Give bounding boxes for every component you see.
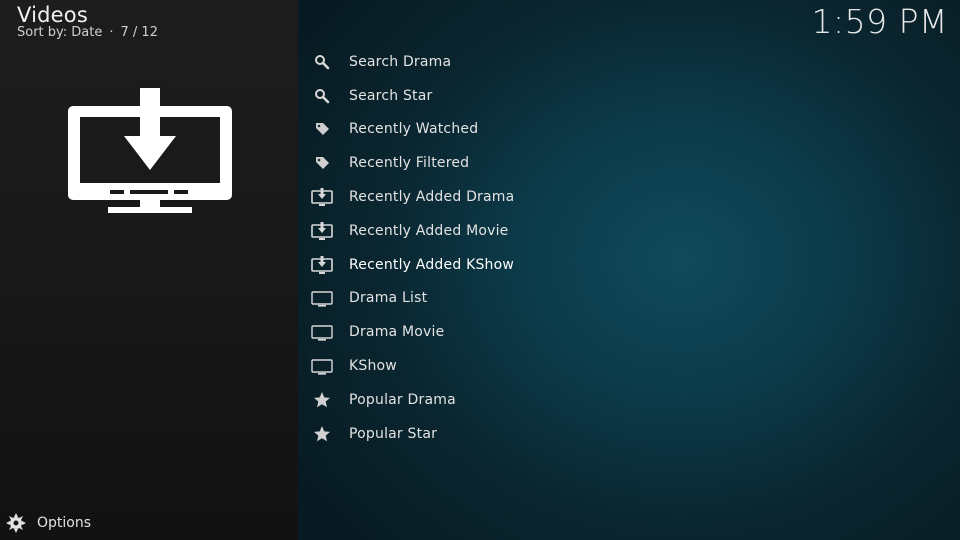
menu-item-label: Popular Star [349,425,438,442]
search-icon [310,53,334,71]
menu-item-label: Popular Drama [349,391,456,408]
download-tv-icon [310,255,334,274]
options-label: Options [37,515,92,531]
menu-item[interactable]: Drama Movie [306,315,946,349]
menu-item-label: Drama Movie [349,324,445,341]
tv-icon [310,289,334,308]
menu-item-label: Recently Watched [349,121,479,138]
item-position: 7 / 12 [120,25,158,40]
star-icon [310,425,334,443]
menu-item[interactable]: Recently Watched [306,113,946,147]
menu-item-label: Drama List [349,290,428,307]
download-tv-icon [68,86,232,213]
options-icon [6,513,26,533]
menu-item[interactable]: Recently Added KShow [306,248,946,282]
page-title: Videos [17,3,88,27]
options-button[interactable]: Options [6,513,91,533]
tag-icon [310,154,334,172]
tv-icon [310,357,334,375]
sort-info: Sort by: Date · 7 / 12 [17,25,158,40]
menu-item-label: Recently Added Movie [349,222,509,239]
menu-item-label: KShow [349,358,397,375]
left-panel [0,0,298,540]
menu-item[interactable]: Recently Added Drama [306,180,946,214]
star-icon [310,391,334,409]
menu-item-label: Search Star [349,87,433,104]
menu-item[interactable]: Search Star [306,79,946,113]
menu-item[interactable]: Search Drama [306,45,946,79]
menu-item[interactable]: Recently Added Movie [306,214,946,248]
sort-label[interactable]: Sort by: Date [17,25,102,40]
menu-item[interactable]: Popular Drama [306,383,946,417]
menu-item-label: Recently Added KShow [349,256,515,273]
menu-item[interactable]: KShow [306,349,946,383]
download-tv-icon [310,221,334,240]
tv-icon [310,323,334,341]
menu-item-label: Recently Filtered [349,155,470,172]
menu-item[interactable]: Drama List [306,282,946,316]
clock: 1:59 PM [811,2,948,41]
tag-icon [310,120,334,138]
main-menu: Search Drama Search Star Recently Watched R… [306,45,946,451]
download-tv-icon [310,188,334,207]
menu-item-label: Recently Added Drama [349,189,515,206]
menu-item[interactable]: Recently Filtered [306,146,946,180]
menu-item-label: Search Drama [349,53,452,70]
search-icon [310,87,334,105]
menu-item[interactable]: Popular Star [306,417,946,451]
